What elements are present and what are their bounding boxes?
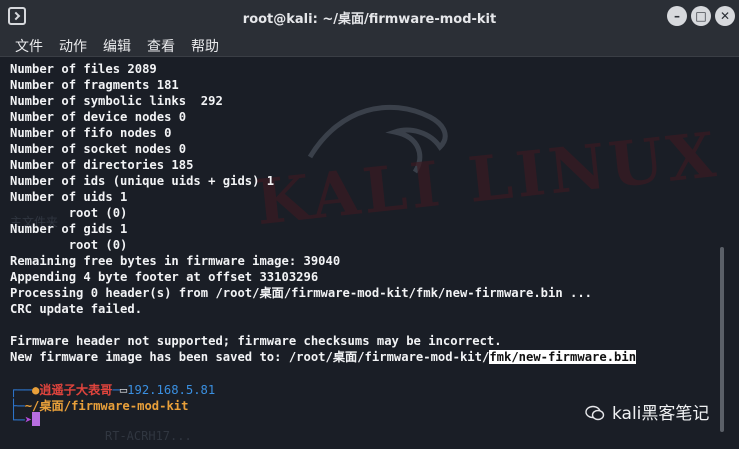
menu-bar: 文件 动作 编辑 查看 帮助: [0, 33, 739, 57]
window-title: root@kali: ~/桌面/firmware-mod-kit: [242, 12, 497, 27]
prompt-ip: 192.168.5.81: [127, 383, 216, 397]
menu-action[interactable]: 动作: [59, 36, 87, 56]
close-button[interactable]: ✕: [715, 6, 735, 26]
terminal-line: Number of directories 185: [10, 158, 194, 172]
terminal-line: Firmware header not supported; firmware …: [10, 334, 502, 348]
terminal-line: Number of fifo nodes 0: [10, 126, 172, 140]
saved-path-line: New firmware image has been saved to: /r…: [10, 349, 637, 365]
menu-view[interactable]: 查看: [147, 36, 175, 56]
saved-path-prefix: New firmware image has been saved to: /r…: [10, 350, 490, 364]
wechat-icon: [585, 405, 605, 421]
terminal-line: Number of gids 1: [10, 222, 128, 236]
prompt-line-3[interactable]: └─➤: [10, 412, 41, 427]
prompt-arrow-icon: ➤: [24, 413, 33, 427]
desktop-file-background: RT-ACRH17...: [105, 429, 192, 443]
text-cursor: [32, 412, 41, 426]
menu-file[interactable]: 文件: [15, 36, 43, 56]
terminal-line: Number of socket nodes 0: [10, 142, 187, 156]
selected-text[interactable]: fmk/new-firmware.bin: [489, 350, 637, 364]
terminal-line: root (0): [10, 238, 128, 252]
terminal-line: root (0): [10, 206, 128, 220]
menu-edit[interactable]: 编辑: [103, 36, 131, 56]
terminal-line: Number of uids 1: [10, 190, 128, 204]
terminal-line: Appending 4 byte footer at offset 331032…: [10, 270, 319, 284]
minimize-button[interactable]: –: [667, 6, 687, 26]
maximize-button[interactable]: □: [691, 6, 711, 26]
terminal-line: Number of device nodes 0: [10, 110, 187, 124]
terminal-line: Number of symbolic links 292: [10, 94, 223, 108]
terminal-line: Number of ids (unique uids + gids) 1: [10, 174, 275, 188]
scrollbar[interactable]: [720, 247, 724, 432]
terminal-line: Processing 0 header(s) from /root/桌面/fir…: [10, 286, 593, 300]
terminal-line: Number of fragments 181: [10, 78, 179, 92]
menu-help[interactable]: 帮助: [191, 36, 219, 56]
watermark-text: kali黑客笔记: [612, 404, 710, 424]
terminal-line: CRC update failed.: [10, 302, 143, 316]
terminal-window: root@kali: ~/桌面/firmware-mod-kit – □ ✕ 文…: [0, 0, 739, 449]
terminal-line: Remaining free bytes in firmware image: …: [10, 254, 341, 268]
terminal-output[interactable]: KALI LINUX 主文件夹 RT-ACRH17... Number of f…: [0, 57, 739, 449]
title-bar: root@kali: ~/桌面/firmware-mod-kit – □ ✕: [0, 0, 739, 33]
prompt-cwd: ~/桌面/firmware-mod-kit: [24, 399, 189, 413]
terminal-line: Number of files 2089: [10, 62, 157, 76]
prompt-user: 逍遥子大表哥: [39, 383, 113, 397]
